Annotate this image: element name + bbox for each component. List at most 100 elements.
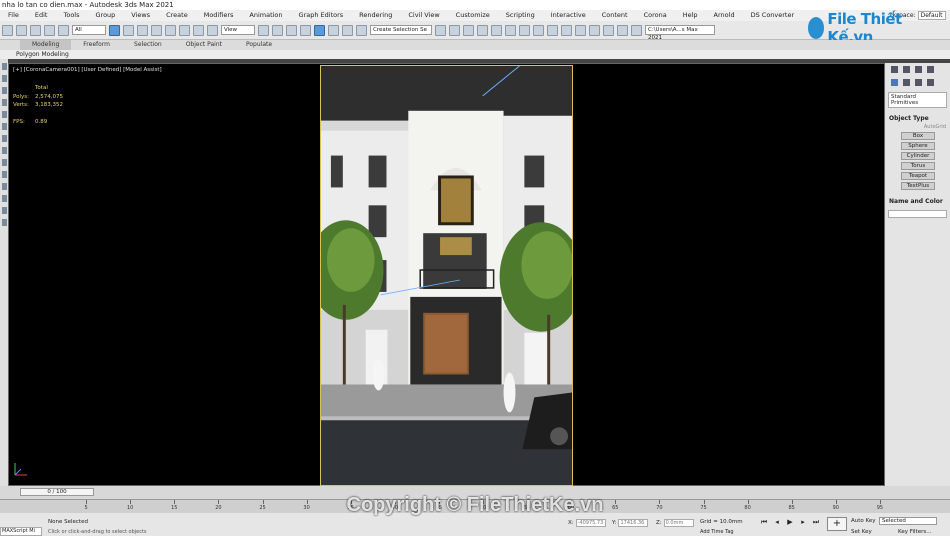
cameras-category-icon[interactable] <box>927 79 934 86</box>
angle-snap-icon[interactable] <box>314 24 325 36</box>
freeze-icon[interactable] <box>1 159 7 166</box>
ribbon-tab-freeform[interactable]: Freeform <box>71 40 122 50</box>
create-sphere-button[interactable]: Sphere <box>901 142 935 150</box>
object-name-field[interactable] <box>888 210 947 218</box>
menu-item-tools[interactable]: Tools <box>55 10 87 21</box>
key-mode-dropdown[interactable]: Selected <box>879 517 937 525</box>
curve-editor-icon[interactable] <box>505 24 516 36</box>
rendered-frame-window-icon[interactable] <box>561 24 572 36</box>
motion-tab-icon[interactable] <box>927 66 934 73</box>
edit-named-selection-icon[interactable] <box>356 24 367 36</box>
menu-item-edit[interactable]: Edit <box>27 10 56 21</box>
scene-explorer-icon[interactable] <box>477 24 488 36</box>
select-manipulate-icon[interactable] <box>272 24 283 36</box>
selection-region-icon[interactable] <box>137 24 148 36</box>
reference-coord-dropdown[interactable]: View <box>221 25 255 35</box>
undo-icon[interactable] <box>2 24 13 36</box>
primitive-category-dropdown[interactable]: Standard Primitives <box>888 92 947 108</box>
geometry-icon[interactable] <box>891 79 898 86</box>
x-field[interactable]: -40975.73 <box>575 519 606 527</box>
scale-icon[interactable] <box>193 24 204 36</box>
place-icon[interactable] <box>207 24 218 36</box>
menu-item-views[interactable]: Views <box>123 10 158 21</box>
named-selection-dropdown[interactable]: Create Selection Se <box>370 25 432 35</box>
spinner-snap-icon[interactable] <box>342 24 353 36</box>
menu-item-group[interactable]: Group <box>88 10 124 21</box>
menu-item-graph-editors[interactable]: Graph Editors <box>291 10 352 21</box>
create-box-button[interactable]: Box <box>901 132 935 140</box>
select-object-icon[interactable] <box>109 24 120 36</box>
ribbon-tab-object-paint[interactable]: Object Paint <box>174 40 234 50</box>
menu-item-create[interactable]: Create <box>158 10 196 21</box>
render-iterative-icon[interactable] <box>589 24 600 36</box>
viewport-camera[interactable]: [+] [CoronaCamera001] [User Defined] [Mo… <box>8 63 885 486</box>
ribbon-tab-selection[interactable]: Selection <box>122 40 174 50</box>
selection-filter-dropdown[interactable]: All <box>72 25 106 35</box>
project-folder-icon[interactable] <box>631 24 642 36</box>
menu-item-ds-converter[interactable]: DS Converter <box>743 10 803 21</box>
select-by-name-icon[interactable] <box>123 24 134 36</box>
spacewarps-icon[interactable] <box>1 207 7 214</box>
object-type-rollout[interactable]: Object Type <box>885 111 950 124</box>
menu-item-rendering[interactable]: Rendering <box>351 10 400 21</box>
ribbon-toggle-icon[interactable] <box>491 24 502 36</box>
pivot-center-icon[interactable] <box>258 24 269 36</box>
previous-frame-icon[interactable]: ◂ <box>773 518 781 526</box>
bind-space-warp-icon[interactable] <box>58 24 69 36</box>
autogrid-checkbox[interactable]: AutoGrid <box>885 124 950 130</box>
menu-item-corona[interactable]: Corona <box>636 10 675 21</box>
open-autodesk-gallery-icon[interactable] <box>617 24 628 36</box>
create-textplus-button[interactable]: TextPlus <box>901 182 935 190</box>
track-bar[interactable]: 5 10 15 20 25 30 35 40 45 50 55 60 65 70 75 80 85 90 95 <box>0 499 950 513</box>
create-tab-icon[interactable] <box>891 66 898 73</box>
play-icon[interactable]: ▶ <box>786 518 794 526</box>
go-to-start-icon[interactable]: ⏮ <box>760 518 768 526</box>
next-frame-icon[interactable]: ▸ <box>799 518 807 526</box>
unlink-icon[interactable] <box>44 24 55 36</box>
lights-category-icon[interactable] <box>915 79 922 86</box>
create-cylinder-button[interactable]: Cylinder <box>901 152 935 160</box>
menu-item-modifiers[interactable]: Modifiers <box>196 10 242 21</box>
create-torus-button[interactable]: Torus <box>901 162 935 170</box>
modify-tab-icon[interactable] <box>903 66 910 73</box>
find-icon[interactable] <box>1 123 7 130</box>
auto-key-button[interactable]: Auto Key <box>851 518 876 524</box>
move-icon[interactable] <box>165 24 176 36</box>
window-crossing-icon[interactable] <box>151 24 162 36</box>
menu-item-scripting[interactable]: Scripting <box>498 10 543 21</box>
filter-icon[interactable] <box>1 111 7 118</box>
material-editor-icon[interactable] <box>533 24 544 36</box>
percent-snap-icon[interactable] <box>328 24 339 36</box>
z-field[interactable]: 0.0mm <box>663 519 694 527</box>
hierarchy-tab-icon[interactable] <box>915 66 922 73</box>
sort-icon[interactable] <box>1 99 7 106</box>
add-time-tag[interactable]: Add Time Tag <box>700 529 734 535</box>
project-path-field[interactable]: C:\Users\A...s Max 2021 <box>645 25 715 41</box>
time-slider[interactable]: 0 / 100 <box>0 486 950 499</box>
frame-counter[interactable]: 0 / 100 <box>20 488 94 496</box>
y-field[interactable]: 17416.36 <box>618 519 649 527</box>
menu-item-content[interactable]: Content <box>594 10 636 21</box>
set-key-button[interactable]: Set Key <box>851 529 872 535</box>
display-icon[interactable] <box>1 135 7 142</box>
layer-explorer-icon[interactable] <box>463 24 474 36</box>
scene-explorer-tab-icon[interactable] <box>1 75 7 82</box>
create-teapot-button[interactable]: Teapot <box>901 172 935 180</box>
key-filters-button[interactable]: Key Filters... <box>898 529 931 535</box>
link-icon[interactable] <box>30 24 41 36</box>
menu-item-interactive[interactable]: Interactive <box>543 10 594 21</box>
mirror-icon[interactable] <box>435 24 446 36</box>
align-icon[interactable] <box>449 24 460 36</box>
snaps-toggle-icon[interactable] <box>300 24 311 36</box>
hide-icon[interactable] <box>1 147 7 154</box>
layer-tab-icon[interactable] <box>1 87 7 94</box>
maxscript-listener[interactable]: MAXScript Mi <box>0 527 42 536</box>
name-color-rollout[interactable]: Name and Color <box>885 194 950 207</box>
groups-icon[interactable] <box>1 219 7 226</box>
cameras-icon[interactable] <box>1 183 7 190</box>
render-setup-icon[interactable] <box>547 24 558 36</box>
menu-item-animation[interactable]: Animation <box>241 10 290 21</box>
viewport-layout-icon[interactable] <box>1 63 7 70</box>
schematic-view-icon[interactable] <box>519 24 530 36</box>
shapes-icon[interactable] <box>903 79 910 86</box>
